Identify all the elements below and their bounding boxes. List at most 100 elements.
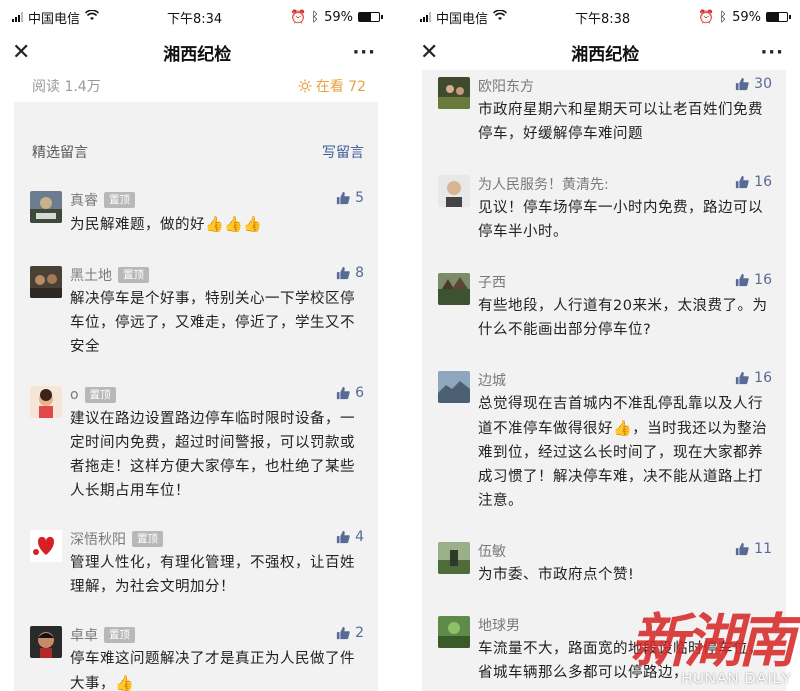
like-count: 16 <box>754 174 772 190</box>
bluetooth-icon: ᛒ <box>719 9 728 25</box>
thumbs-up-icon <box>336 386 350 400</box>
comment-text: 管理人性化，有理化管理，不强权，让百姓理解，为社会文明加分！ <box>70 555 355 595</box>
nav-bar: ✕ 湘西纪检 ··· <box>408 34 800 70</box>
like-button[interactable]: 4 <box>336 529 364 545</box>
comment-item: 子西 16 有些地段，人行道有20来米，太浪费了。为什么不能画出部分停车位? <box>422 272 786 342</box>
comment-text: 停车难这问题解决了才是真正为人民做了件大事，👍 <box>70 647 364 691</box>
comment-author[interactable]: 深悟秋阳 <box>70 529 126 549</box>
article-footer: 阅读 1.4万 在看 72 精选留言 写留言 真睿 置顶 5 为民解难题，做的好👍… <box>14 70 378 691</box>
comment-text: 为市委、市政府点个赞! <box>478 567 635 583</box>
pinned-badge: 置顶 <box>84 387 116 403</box>
comment-item: 黑土地 置顶 8 解决停车是个好事，特别关心一下学校区停车位，停远了，又难走，停近… <box>14 265 378 359</box>
bluetooth-icon: ᛒ <box>311 9 320 25</box>
alarm-icon: ⏰ <box>290 9 307 25</box>
avatar <box>30 626 62 658</box>
comment-item: 伍敏 11 为市委、市政府点个赞! <box>422 541 786 587</box>
comment-text: 有些地段，人行道有20来米，太浪费了。为什么不能画出部分停车位? <box>478 298 768 338</box>
comment-item: 欧阳东方 30 市政府星期六和星期天可以让老百姓们免费停车，好缓解停车难问题 <box>422 76 786 146</box>
avatar <box>438 77 470 109</box>
like-button[interactable]: 16 <box>735 174 772 190</box>
comment-author[interactable]: 伍敏 <box>478 541 506 561</box>
comment-author[interactable]: 黑土地 <box>70 265 112 285</box>
like-button[interactable]: 30 <box>735 76 772 92</box>
like-count: 11 <box>754 541 772 557</box>
close-icon[interactable]: ✕ <box>420 40 450 65</box>
comment-item: 深悟秋阳 置顶 4 管理人性化，有理化管理，不强权，让百姓理解，为社会文明加分！ <box>14 529 378 599</box>
watching-button[interactable]: 在看 72 <box>298 76 366 96</box>
watching-count: 在看 72 <box>315 79 366 95</box>
like-count: 16 <box>754 272 772 288</box>
comment-author[interactable]: 卓卓 <box>70 625 98 645</box>
left-screenshot: 中国电信 下午8:34 ⏰ ᛒ 59% ✕ 湘西纪检 ··· 阅读 1.4万 在… <box>0 0 392 691</box>
comment-author[interactable]: 地球男 <box>478 615 520 635</box>
battery-icon <box>358 12 383 22</box>
thumbs-up-icon <box>736 542 749 556</box>
comment-item: 为人民服务！黄清先: 16 见议！停车场停车一小时内免费，路边可以停车半小时。 <box>422 174 786 244</box>
clock: 下午8:38 <box>574 11 631 27</box>
pinned-badge: 置顶 <box>132 531 163 547</box>
comment-item: o 置顶 6 建议在路边设置路边停车临时限时设备，一定时间内免费，超过时间警报，可… <box>14 385 378 503</box>
status-bar: 中国电信 下午8:38 ⏰ ᛒ 59% <box>408 0 800 34</box>
carrier: 中国电信 <box>28 11 81 27</box>
like-count: 16 <box>754 370 772 386</box>
status-bar: 中国电信 下午8:34 ⏰ ᛒ 59% <box>0 0 392 34</box>
thumbs-up-emoji: 👍 <box>613 419 633 437</box>
read-stats-bar: 阅读 1.4万 在看 72 <box>14 70 378 102</box>
avatar <box>30 191 62 223</box>
comment-author[interactable]: 欧阳东方 <box>478 76 534 96</box>
comment-item: 卓卓 置顶 2 停车难这问题解决了才是真正为人民做了件大事，👍 <box>14 625 378 691</box>
thumbs-up-icon <box>736 273 749 287</box>
like-count: 8 <box>355 265 364 281</box>
like-button[interactable]: 16 <box>735 370 772 386</box>
thumbs-up-icon <box>736 371 749 385</box>
avatar <box>30 266 62 298</box>
right-screenshot: 中国电信 下午8:38 ⏰ ᛒ 59% ✕ 湘西纪检 ··· 欧阳东方 30 市… <box>408 0 800 691</box>
avatar <box>438 175 470 207</box>
like-count: 5 <box>355 190 364 206</box>
avatar <box>438 542 470 574</box>
comment-text: 解决停车是个好事，特别关心一下学校区停车位，停远了，又难走，停近了，学生又不安全 <box>70 291 355 355</box>
alarm-icon: ⏰ <box>698 9 715 25</box>
comment-item: 边城 16 总觉得现在吉首城内不准乱停乱靠以及人行道不准停车做得很好👍，当时我还… <box>422 370 786 513</box>
avatar <box>30 386 62 418</box>
close-icon[interactable]: ✕ <box>12 40 42 65</box>
like-button[interactable]: 6 <box>336 385 364 401</box>
comment-text: 市政府星期六和星期天可以让老百姓们免费停车，好缓解停车难问题 <box>478 102 763 142</box>
write-comment-button[interactable]: 写留言 <box>322 142 364 162</box>
nav-bar: ✕ 湘西纪检 ··· <box>0 34 392 70</box>
signal-icon <box>420 12 431 22</box>
sparkle-icon <box>298 79 312 93</box>
wifi-icon <box>492 9 508 24</box>
pinned-badge: 置顶 <box>118 267 149 283</box>
thumbs-up-icon <box>336 266 350 280</box>
comment-author[interactable]: o <box>70 387 79 403</box>
thumbs-up-icon <box>736 175 749 189</box>
comment-author[interactable]: 子西 <box>478 272 506 292</box>
wifi-icon <box>84 9 100 24</box>
comments-header: 精选留言 写留言 <box>14 142 378 162</box>
like-count: 2 <box>355 625 364 641</box>
like-count: 6 <box>355 385 364 401</box>
page-title: 湘西纪检 <box>163 44 232 65</box>
like-button[interactable]: 16 <box>735 272 772 288</box>
comment-text: 总觉得现在吉首城内不准乱停乱靠以及人行道不准停车做得很好👍，当时我还以为整治难到… <box>478 396 768 509</box>
like-button[interactable]: 11 <box>735 541 772 557</box>
more-icon[interactable]: ··· <box>760 42 784 63</box>
hunan-daily-watermark: 新湖南 HUNAN DAILY <box>629 607 796 687</box>
like-button[interactable]: 5 <box>336 190 364 206</box>
comment-author[interactable]: 为人民服务！黄清先: <box>478 174 609 194</box>
pinned-badge: 置顶 <box>104 192 135 208</box>
like-button[interactable]: 8 <box>336 265 364 281</box>
battery-percent: 59% <box>732 9 761 25</box>
read-count: 阅读 1.4万 <box>32 79 101 95</box>
comment-author[interactable]: 真睿 <box>70 190 98 210</box>
comment-author[interactable]: 边城 <box>478 370 506 390</box>
watermark-logo-cn: 新湖南 <box>629 607 796 675</box>
clock: 下午8:34 <box>166 11 223 27</box>
comment-text: 建议在路边设置路边停车临时限时设备，一定时间内免费，超过时间警报，可以罚款或者拖… <box>70 411 355 499</box>
more-icon[interactable]: ··· <box>352 42 376 63</box>
thumbs-up-emoji: 👍 <box>115 674 135 691</box>
like-button[interactable]: 2 <box>336 625 364 641</box>
comment-item: 真睿 置顶 5 为民解难题，做的好👍👍👍 <box>14 190 378 237</box>
comments-list: 欧阳东方 30 市政府星期六和星期天可以让老百姓们免费停车，好缓解停车难问题 为… <box>422 70 786 691</box>
